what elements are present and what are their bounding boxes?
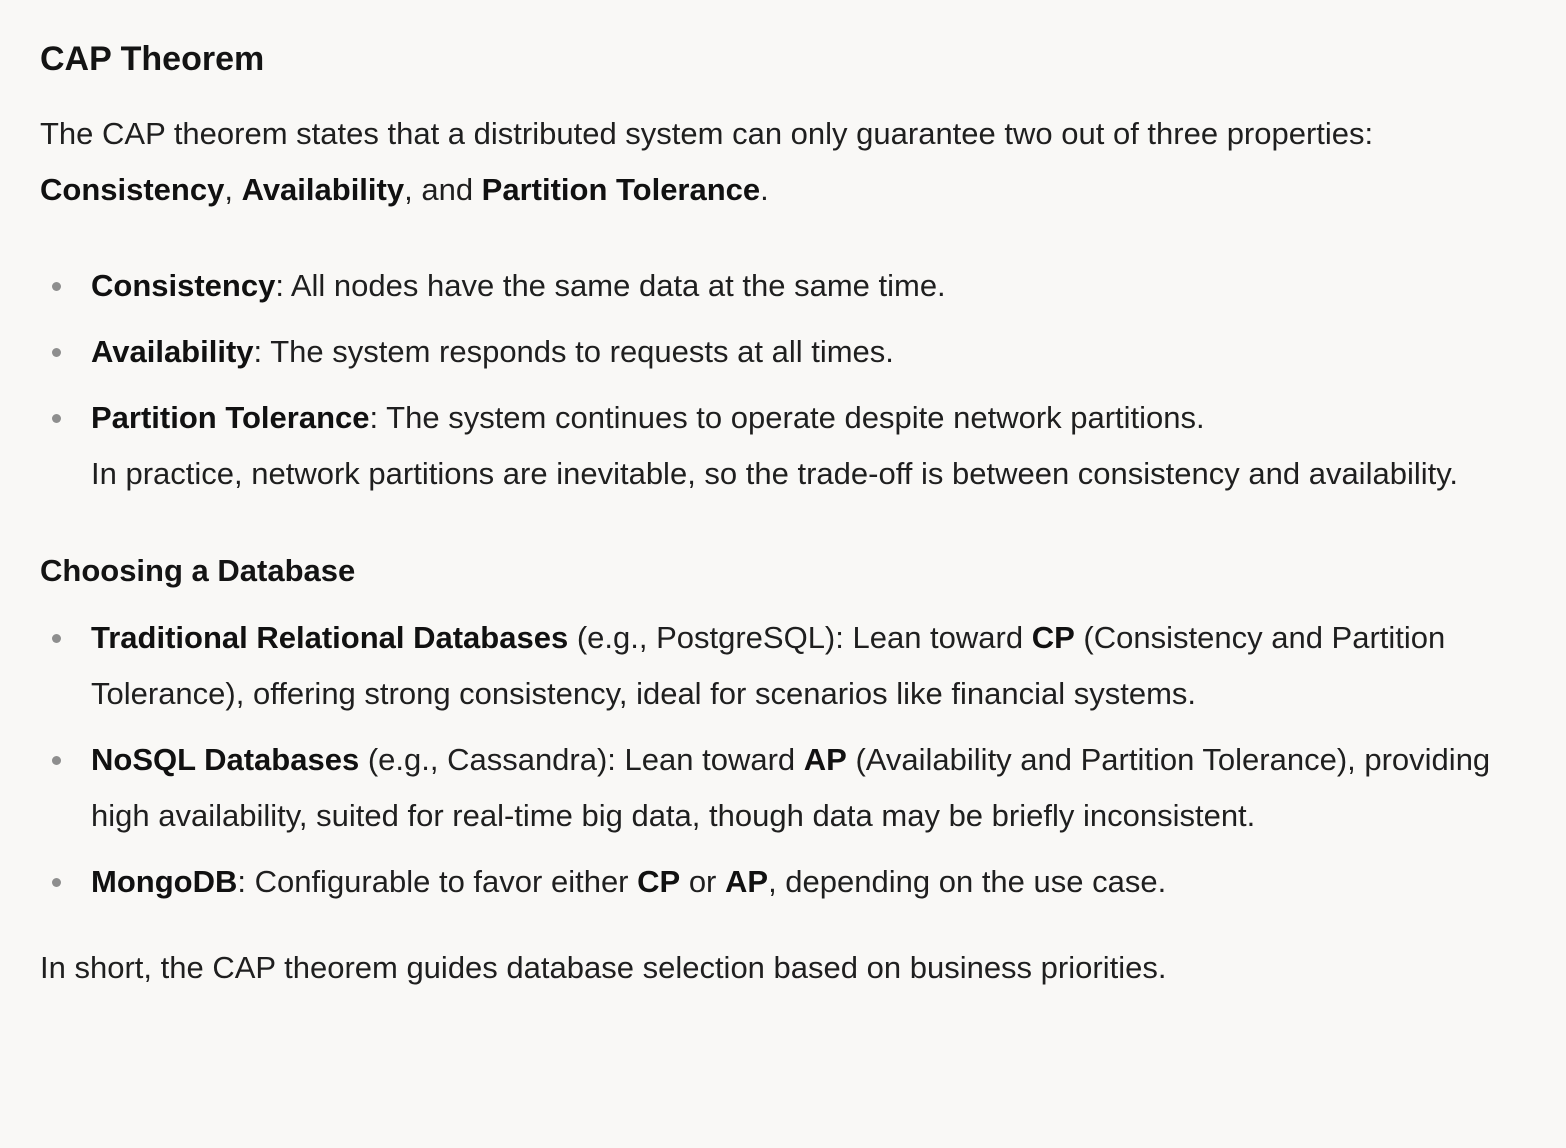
list-item-term: Consistency: [91, 268, 276, 303]
list-item: Partition Tolerance: The system continue…: [40, 390, 1506, 502]
list-item-model: CP: [1031, 620, 1075, 655]
intro-separator: , and: [404, 172, 482, 207]
cap-properties-list: Consistency: All nodes have the same dat…: [40, 258, 1506, 502]
bullet-icon: [52, 282, 61, 291]
list-item-text: or: [680, 864, 725, 899]
section-title-cap-theorem: CAP Theorem: [40, 40, 265, 78]
intro-term-availability: Availability: [241, 172, 405, 207]
intro-period: .: [760, 172, 769, 207]
list-item-desc: : The system responds to requests at all…: [253, 334, 894, 369]
list-item: Traditional Relational Databases (e.g., …: [40, 610, 1506, 722]
summary-paragraph: In short, the CAP theorem guides databas…: [40, 950, 1167, 985]
list-item-term: NoSQL Databases: [91, 742, 360, 777]
bullet-icon: [52, 634, 61, 643]
cap-intro-paragraph: The CAP theorem states that a distribute…: [40, 106, 1506, 218]
list-item-text: , depending on the use case.: [768, 864, 1167, 899]
intro-term-partition-tolerance: Partition Tolerance: [481, 172, 761, 207]
list-item: MongoDB: Configurable to favor either CP…: [40, 854, 1506, 910]
bullet-icon: [52, 756, 61, 765]
bullet-icon: [52, 348, 61, 357]
list-item-term: Availability: [91, 334, 254, 369]
list-item-term: MongoDB: [91, 864, 238, 899]
database-list: Traditional Relational Databases (e.g., …: [40, 610, 1506, 910]
list-item-note: In practice, network partitions are inev…: [91, 456, 1459, 491]
bullet-icon: [52, 414, 61, 423]
list-item-text: : Configurable to favor either: [237, 864, 638, 899]
list-item-desc: : The system continues to operate despit…: [369, 400, 1205, 435]
list-item: Availability: The system responds to req…: [40, 324, 1506, 380]
list-item-model: AP: [803, 742, 847, 777]
intro-text: The CAP theorem states that a distribute…: [40, 116, 1374, 151]
bullet-icon: [52, 878, 61, 887]
intro-separator: ,: [224, 172, 242, 207]
list-item: NoSQL Databases (e.g., Cassandra): Lean …: [40, 732, 1506, 844]
document-page: CAP Theorem The CAP theorem states that …: [0, 0, 1566, 1148]
list-item-model: CP: [637, 864, 681, 899]
list-item-model: AP: [725, 864, 769, 899]
intro-term-consistency: Consistency: [40, 172, 225, 207]
section-title-choosing-database: Choosing a Database: [40, 553, 356, 588]
list-item-text: (e.g., PostgreSQL): Lean toward: [568, 620, 1032, 655]
list-item-term: Partition Tolerance: [91, 400, 370, 435]
list-item-term: Traditional Relational Databases: [91, 620, 569, 655]
list-item: Consistency: All nodes have the same dat…: [40, 258, 1506, 314]
list-item-desc: : All nodes have the same data at the sa…: [275, 268, 946, 303]
list-item-text: (e.g., Cassandra): Lean toward: [359, 742, 804, 777]
